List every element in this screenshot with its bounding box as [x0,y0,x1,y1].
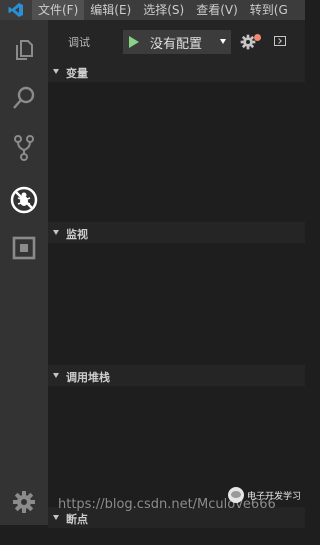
activity-bar [0,20,48,525]
dropdown-arrow-icon[interactable] [220,39,226,44]
menu-file[interactable]: 文件(F) [32,0,85,20]
section-watch-header[interactable]: 监视 [48,223,305,243]
collapse-arrow-icon [53,69,59,74]
menu-selection[interactable]: 选择(S) [137,0,190,20]
wechat-account-name: 电子开发学习 [247,491,302,502]
debug-config-label: 没有配置 [150,37,203,52]
variables-panel [48,82,305,222]
debug-toolbar: 调试 没有配置 [48,20,305,62]
collapse-arrow-icon [53,373,59,378]
config-warning-dot [254,34,261,41]
gear-icon[interactable] [0,482,48,522]
menu-go[interactable]: 转到(G [244,0,294,20]
breakpoints-panel [48,528,305,545]
debug-sidebar: 调试 没有配置 变量 监视 调用堆栈 断点 [48,20,305,545]
section-variables-header[interactable]: 变量 [48,62,305,82]
extensions-icon[interactable] [0,228,48,268]
section-watch-title: 监视 [66,228,88,241]
start-debugging-icon[interactable] [129,36,139,48]
menu-bar: 文件(F) 编辑(E) 选择(S) 查看(V) 转到(G [0,0,305,20]
section-call-stack-title: 调用堆栈 [66,371,110,384]
debug-icon[interactable] [0,180,48,220]
wechat-watermark: 电子开发学习 [228,487,301,503]
files-icon[interactable] [0,30,48,70]
menu-view[interactable]: 查看(V) [190,0,244,20]
section-variables-title: 变量 [66,67,88,80]
collapse-arrow-icon [53,230,59,235]
debug-console-icon[interactable] [274,36,286,46]
wechat-icon [228,487,244,503]
watch-panel [48,243,305,365]
collapse-arrow-icon [53,515,59,520]
debug-view-title: 调试 [68,36,90,49]
section-call-stack-header[interactable]: 调用堆栈 [48,366,305,386]
vscode-logo-icon[interactable] [0,0,32,20]
debug-config-select[interactable]: 没有配置 [123,30,231,54]
search-icon[interactable] [0,78,48,118]
menu-edit[interactable]: 编辑(E) [84,0,137,20]
source-control-icon[interactable] [0,128,48,168]
